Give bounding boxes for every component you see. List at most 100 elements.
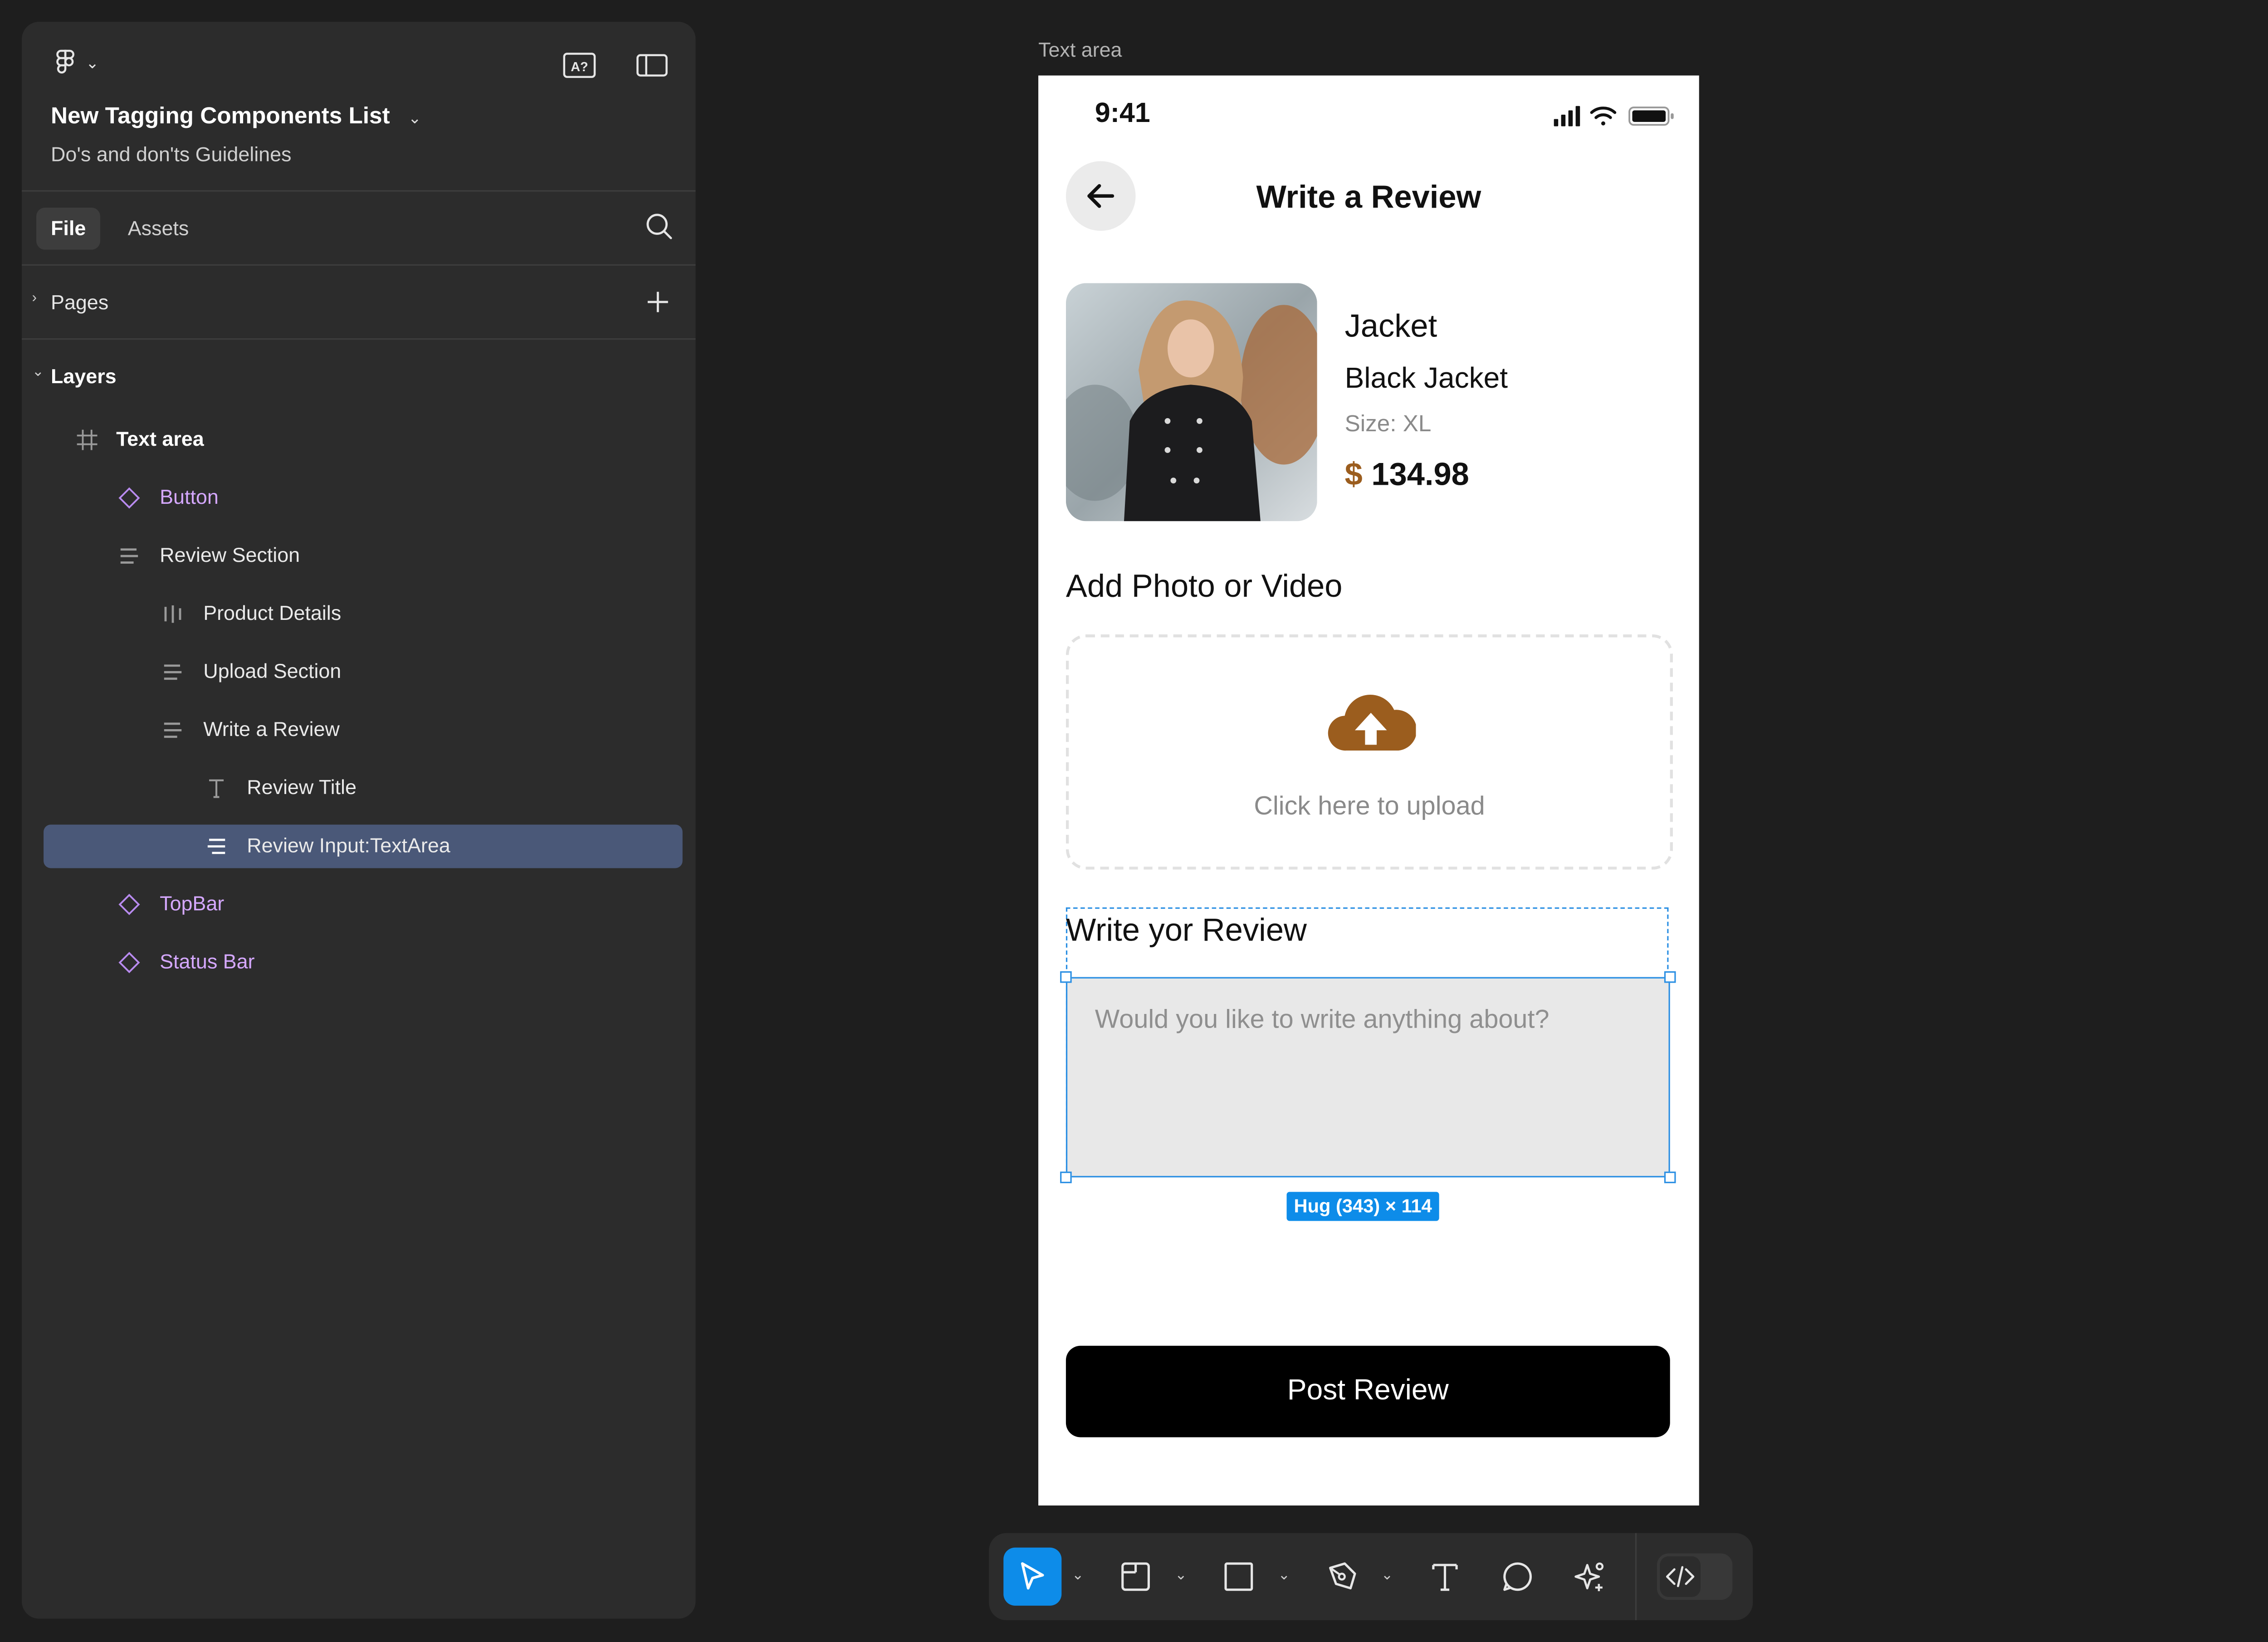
review-textarea[interactable]: Would you like to write anything about?	[1066, 977, 1670, 1178]
product-image	[1066, 283, 1317, 521]
file-title[interactable]: New Tagging Components List	[51, 105, 390, 131]
layer-label: Text area	[116, 427, 204, 450]
comment-bubble-icon	[1503, 1562, 1532, 1591]
file-subtitle: Do's and don'ts Guidelines	[51, 142, 292, 166]
vertical-autolayout-icon	[120, 548, 138, 564]
chevron-down-icon[interactable]: ⌄	[1278, 1568, 1290, 1584]
add-page-icon[interactable]	[643, 287, 672, 317]
review-placeholder: Would you like to write anything about?	[1095, 1004, 1549, 1034]
layer-label: Review Section	[160, 543, 300, 566]
tab-file[interactable]: File	[36, 207, 101, 250]
pages-section[interactable]: › Pages	[22, 266, 696, 340]
layer-topbar[interactable]: TopBar	[44, 883, 683, 926]
toggle-knob	[1660, 1556, 1701, 1597]
chevron-right-icon[interactable]: ›	[32, 290, 37, 306]
layer-label: Button	[160, 485, 219, 508]
text-tool-icon	[1432, 1564, 1458, 1591]
component-icon	[118, 952, 140, 974]
dev-mode-toggle[interactable]	[1657, 1553, 1733, 1600]
text-tool-button[interactable]	[1416, 1548, 1474, 1606]
search-icon[interactable]	[643, 210, 675, 242]
sparkle-ai-icon	[1574, 1562, 1604, 1591]
pen-icon	[1329, 1562, 1356, 1590]
product-name: Jacket	[1344, 307, 1437, 344]
component-icon	[118, 487, 140, 509]
tab-assets[interactable]: Assets	[113, 208, 204, 250]
price-currency: $	[1344, 456, 1363, 492]
frame-layout-icon	[1121, 1562, 1150, 1591]
layer-label: Review Title	[247, 775, 357, 799]
layer-label: TopBar	[160, 891, 225, 915]
chevron-down-icon[interactable]: ⌄	[1175, 1568, 1187, 1584]
cloud-upload-icon	[1328, 695, 1416, 751]
product-size: Size: XL	[1344, 412, 1432, 437]
frame-icon	[77, 429, 98, 450]
vertical-autolayout-icon	[207, 838, 225, 854]
post-review-button[interactable]: Post Review	[1066, 1345, 1670, 1437]
chevron-down-icon[interactable]: ⌄	[32, 365, 44, 380]
chevron-down-icon[interactable]: ⌄	[1381, 1568, 1393, 1584]
vertical-autolayout-icon	[164, 664, 182, 680]
file-menu-chevron-icon[interactable]: ⌄	[408, 109, 422, 127]
toggle-sidebar-icon[interactable]	[635, 51, 670, 80]
layer-status-bar[interactable]: Status Bar	[44, 941, 683, 984]
main-menu-chevron-icon[interactable]: ⌄	[86, 54, 99, 73]
upload-dropzone[interactable]: Click here to upload	[1066, 634, 1673, 870]
ui-language-icon[interactable]: A?	[562, 51, 597, 80]
file-header: ⌄ A? New Tagging Components List ⌄ Do's …	[22, 22, 696, 192]
code-icon	[1666, 1566, 1695, 1588]
panel-tabs: File Assets	[22, 192, 696, 266]
layer-upload-section[interactable]: Upload Section	[44, 650, 683, 694]
product-subtitle: Black Jacket	[1344, 363, 1508, 395]
resize-handle-bottom-left[interactable]	[1060, 1171, 1072, 1184]
layer-label: Product Details	[203, 601, 342, 624]
vertical-autolayout-icon	[164, 722, 182, 738]
page-title: Write a Review	[1256, 178, 1481, 215]
mobile-frame[interactable]: 9:41 Write a Review Jacket Black Jacket …	[1038, 75, 1699, 1506]
layer-write-a-review[interactable]: Write a Review	[44, 708, 683, 752]
chevron-down-icon[interactable]: ⌄	[1072, 1568, 1084, 1584]
figma-logo-icon[interactable]	[51, 48, 80, 77]
review-title: Write yor Review	[1066, 911, 1307, 948]
frame-label[interactable]: Text area	[1038, 38, 1122, 61]
resize-handle-bottom-right[interactable]	[1664, 1171, 1676, 1184]
rectangle-icon	[1224, 1562, 1253, 1591]
shape-tool-button[interactable]	[1210, 1548, 1268, 1606]
layer-label: Upload Section	[203, 659, 342, 682]
product-price: $ 134.98	[1345, 456, 1469, 493]
price-value: 134.98	[1371, 456, 1469, 492]
left-panel: ⌄ A? New Tagging Components List ⌄ Do's …	[22, 22, 696, 1619]
wifi-icon	[1590, 107, 1617, 126]
horizontal-autolayout-icon	[164, 605, 181, 623]
resize-handle-top-left[interactable]	[1060, 971, 1072, 983]
upload-hint: Click here to upload	[1254, 791, 1485, 820]
layer-product-details[interactable]: Product Details	[44, 592, 683, 636]
layer-label: Review Input:TextArea	[247, 833, 450, 857]
layer-review-title[interactable]: Review Title	[44, 766, 683, 810]
layer-label: Status Bar	[160, 949, 255, 973]
layers-label: Layers	[51, 364, 117, 388]
frame-tool-button[interactable]	[1107, 1548, 1165, 1606]
layer-text-area[interactable]: Text area	[44, 418, 683, 462]
cellular-signal-icon	[1554, 106, 1580, 127]
bottom-toolbar: ⌄ ⌄ ⌄ ⌄	[989, 1533, 1753, 1620]
status-icons	[1554, 106, 1674, 127]
layer-review-section[interactable]: Review Section	[44, 534, 683, 578]
actions-tool-button[interactable]	[1561, 1548, 1619, 1606]
move-tool-button[interactable]	[1003, 1547, 1062, 1606]
pen-tool-button[interactable]	[1313, 1548, 1371, 1606]
layer-review-input-textarea[interactable]: Review Input:TextArea	[44, 824, 683, 868]
figma-editor: ⌄ A? New Tagging Components List ⌄ Do's …	[0, 0, 2268, 1642]
text-icon	[209, 779, 224, 798]
layer-button[interactable]: Button	[44, 476, 683, 520]
svg-text:A?: A?	[571, 60, 588, 74]
upload-section-title: Add Photo or Video	[1066, 567, 1343, 604]
layer-label: Write a Review	[203, 717, 340, 741]
resize-handle-top-right[interactable]	[1664, 971, 1676, 983]
selection-size-badge: Hug (343) × 114	[1286, 1192, 1439, 1221]
pages-label[interactable]: Pages	[51, 290, 108, 313]
product-photo	[1066, 283, 1317, 521]
toolbar-divider	[1635, 1533, 1637, 1620]
component-icon	[118, 894, 140, 916]
comment-tool-button[interactable]	[1489, 1548, 1547, 1606]
